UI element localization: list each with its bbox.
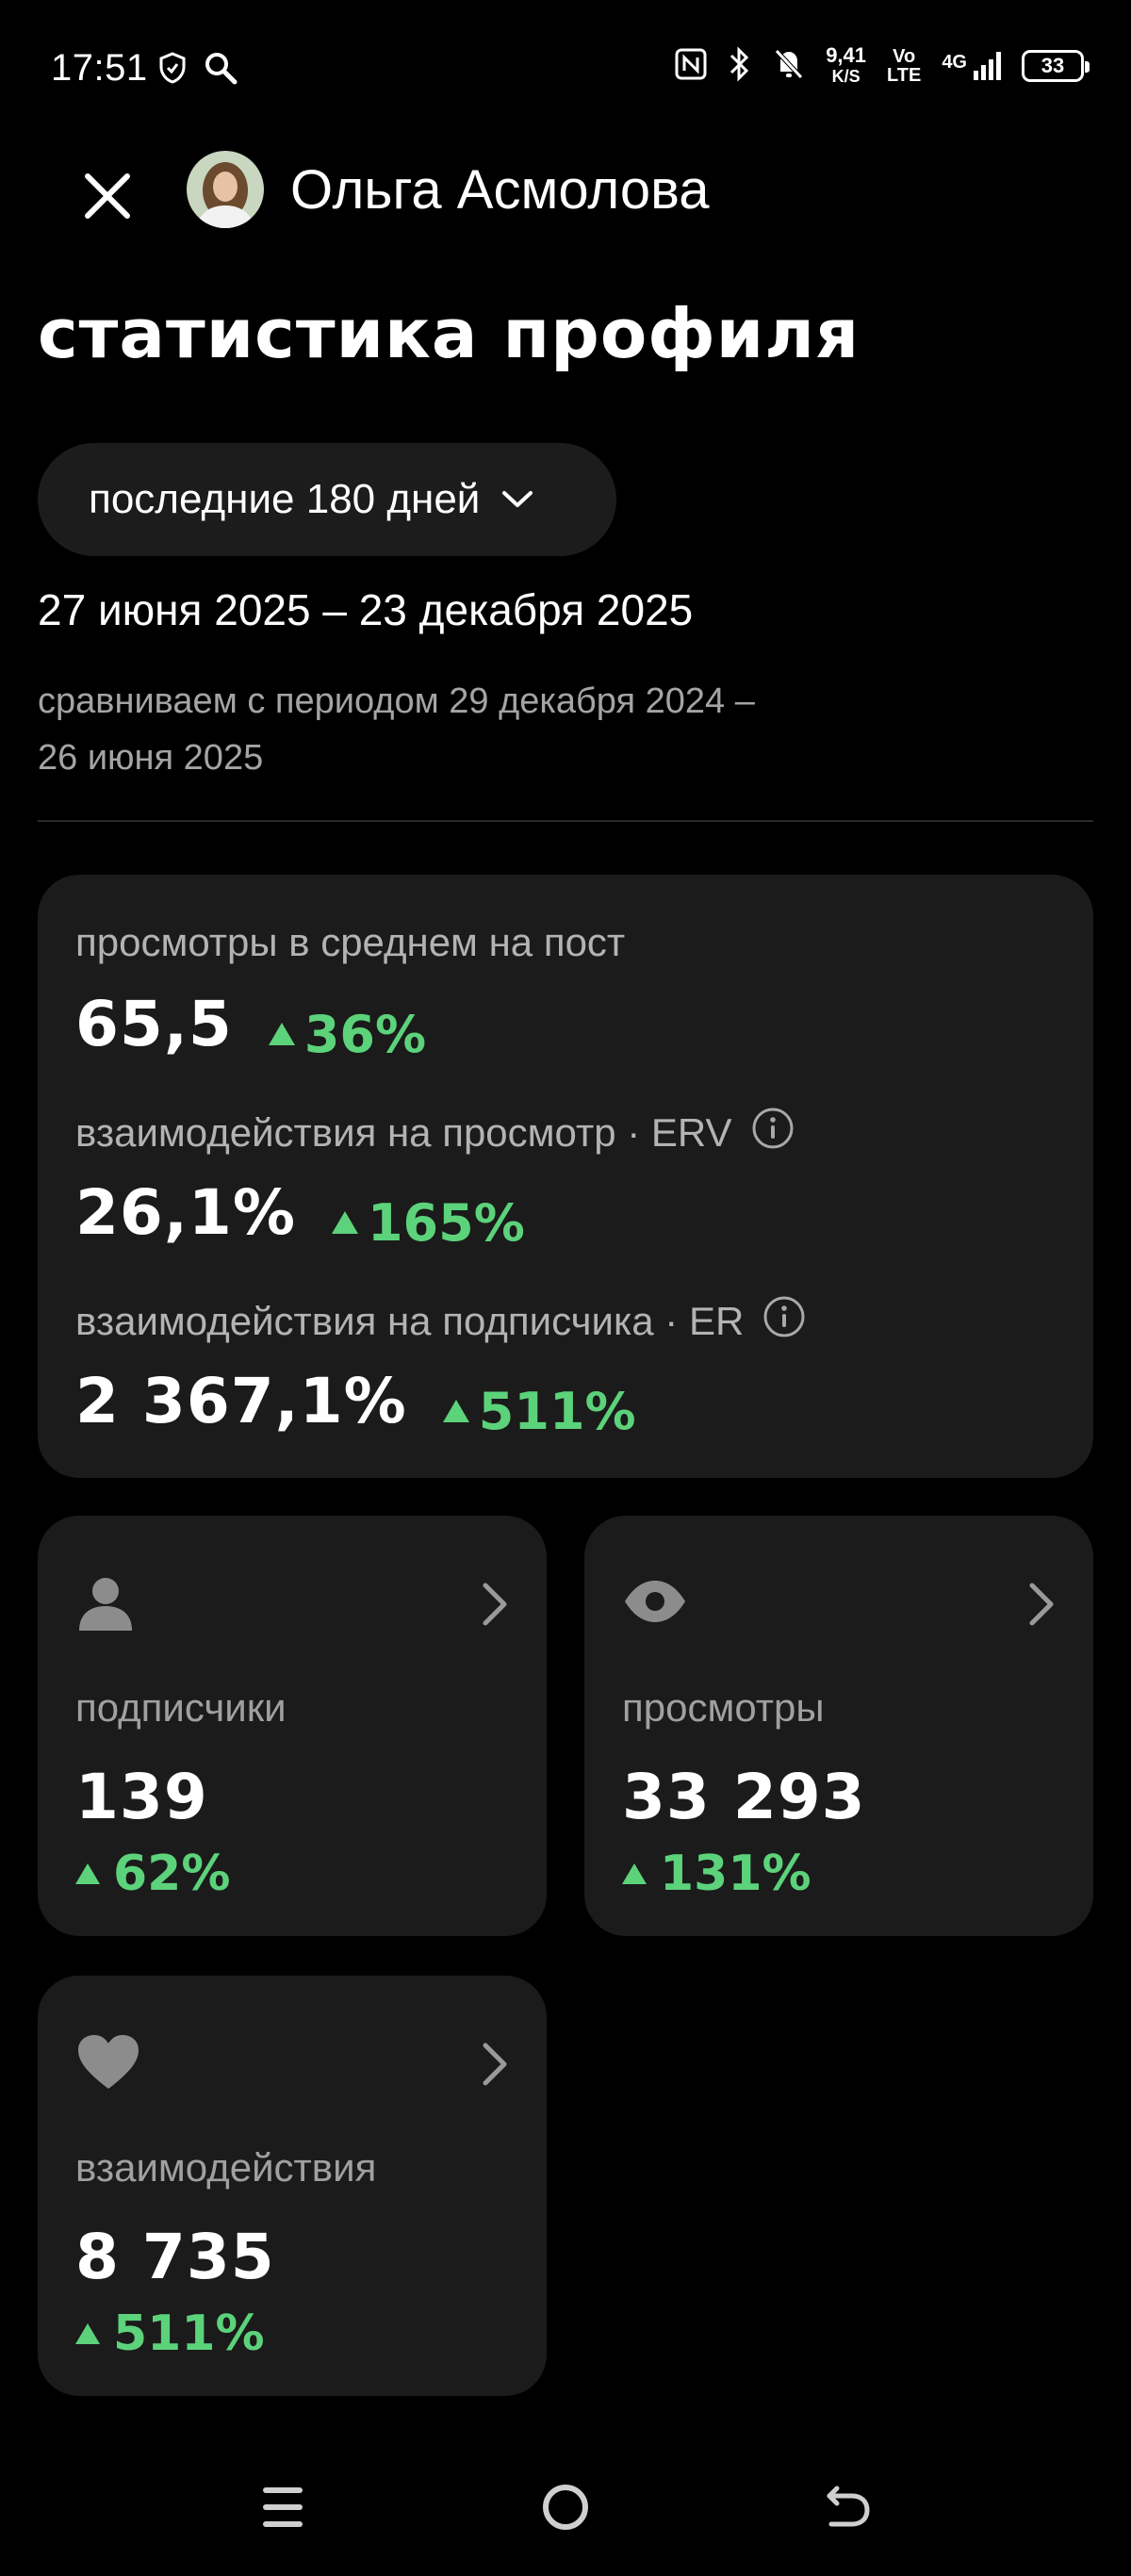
signal-icon: 4G — [942, 52, 1001, 80]
er-row: 2 367,1% 511% — [75, 1365, 636, 1441]
views-per-post-value: 65,5 — [75, 988, 233, 1060]
views-per-post-delta-value: 36% — [303, 1004, 427, 1064]
volte-indicator: Vo LTE — [887, 47, 921, 85]
period-dropdown-label: последние 180 дней — [89, 476, 481, 522]
network-speed: 9,41 K/S — [826, 45, 866, 87]
views-card[interactable]: просмотры 33 293 131% — [584, 1516, 1093, 1936]
status-bar: 17:51 9,41 K/S Vo LTE 4G 33 — [0, 0, 1131, 141]
search-icon — [204, 51, 238, 90]
home-circle-icon — [543, 2485, 588, 2530]
interactions-value: 8 735 — [75, 2221, 275, 2293]
erv-label: взаимодействия на просмотр · ERV — [75, 1107, 795, 1159]
views-delta-value: 131% — [660, 1846, 811, 1902]
info-icon[interactable] — [762, 1295, 806, 1348]
er-label-text: взаимодействия на подписчика · ER — [75, 1299, 745, 1343]
arrow-up-icon — [622, 1863, 647, 1884]
interactions-delta: 511% — [75, 2305, 265, 2362]
close-button[interactable] — [74, 162, 141, 230]
subscribers-delta: 62% — [75, 1846, 230, 1902]
page-title: статистика профиля — [38, 294, 861, 373]
divider — [38, 820, 1093, 822]
network-speed-unit: K/S — [831, 67, 861, 86]
chevron-right-icon — [481, 2042, 509, 2092]
shield-icon — [158, 52, 187, 89]
views-label: просмотры — [622, 1685, 825, 1730]
period-dropdown[interactable]: последние 180 дней — [38, 443, 616, 556]
bluetooth-icon — [728, 45, 752, 87]
subscribers-delta-value: 62% — [113, 1846, 231, 1902]
profile-stats-screen: 17:51 9,41 K/S Vo LTE 4G 33 Ольга Асмоло… — [0, 0, 1131, 2576]
menu-icon — [263, 2487, 303, 2527]
battery-icon: 33 — [1022, 50, 1090, 82]
arrow-up-icon — [75, 2323, 100, 2344]
views-value: 33 293 — [622, 1761, 866, 1833]
arrow-up-icon — [442, 1400, 469, 1422]
arrow-up-icon — [331, 1211, 358, 1234]
eye-icon — [622, 1578, 688, 1630]
nav-back-button[interactable] — [811, 2469, 886, 2545]
erv-label-text: взаимодействия на просмотр · ERV — [75, 1110, 732, 1155]
comparison-period-line1: сравниваем с периодом 29 декабря 2024 – — [38, 681, 755, 721]
volte-bottom: LTE — [887, 65, 922, 86]
status-time: 17:51 — [51, 47, 148, 89]
views-per-post-row: 65,5 36% — [75, 988, 426, 1064]
views-per-post-label: просмотры в среднем на пост — [75, 920, 626, 964]
subscribers-value: 139 — [75, 1761, 208, 1833]
profile-name[interactable]: Ольга Асмолова — [290, 158, 710, 222]
date-range: 27 июня 2025 – 23 декабря 2025 — [38, 585, 694, 634]
network-type: 4G — [942, 52, 967, 73]
status-left-icons — [158, 51, 238, 90]
interactions-delta-value: 511% — [113, 2305, 265, 2362]
interactions-card[interactable]: взаимодействия 8 735 511% — [38, 1976, 547, 2396]
back-icon — [827, 2486, 870, 2527]
summary-card: просмотры в среднем на пост 65,5 36% вза… — [38, 875, 1093, 1478]
subscribers-label: подписчики — [75, 1685, 287, 1730]
erv-value: 26,1% — [75, 1176, 296, 1249]
volte-top: Vo — [893, 46, 916, 67]
person-icon — [75, 1572, 136, 1637]
bell-muted-icon — [773, 47, 805, 86]
er-label: взаимодействия на подписчика · ER — [75, 1295, 806, 1348]
system-nav-bar — [0, 2469, 1131, 2564]
nfc-icon — [675, 48, 707, 85]
er-delta-value: 511% — [478, 1381, 636, 1441]
comparison-period-line2: 26 июня 2025 — [38, 738, 264, 778]
network-speed-value: 9,41 — [826, 43, 867, 67]
close-icon — [85, 173, 130, 219]
info-icon[interactable] — [751, 1107, 795, 1159]
nav-menu-button[interactable] — [245, 2469, 320, 2545]
er-delta: 511% — [442, 1381, 636, 1441]
nav-home-button[interactable] — [528, 2469, 603, 2545]
arrow-up-icon — [75, 1863, 100, 1884]
erv-delta-value: 165% — [367, 1192, 525, 1253]
chevron-right-icon — [481, 1582, 509, 1632]
comparison-period: сравниваем с периодом 29 декабря 2024 – … — [38, 673, 886, 786]
erv-row: 26,1% 165% — [75, 1176, 525, 1253]
views-per-post-delta: 36% — [268, 1004, 427, 1064]
battery-level: 33 — [1041, 54, 1065, 77]
views-delta: 131% — [622, 1846, 811, 1902]
interactions-label: взаимодействия — [75, 2145, 377, 2190]
er-value: 2 367,1% — [75, 1365, 407, 1437]
subscribers-card[interactable]: подписчики 139 62% — [38, 1516, 547, 1936]
arrow-up-icon — [268, 1023, 295, 1045]
erv-delta: 165% — [331, 1192, 525, 1253]
chevron-right-icon — [1027, 1582, 1056, 1632]
avatar[interactable] — [187, 151, 264, 228]
status-right-icons: 9,41 K/S Vo LTE 4G 33 — [675, 45, 1090, 87]
heart-icon — [75, 2032, 141, 2097]
chevron-down-icon — [502, 491, 533, 507]
